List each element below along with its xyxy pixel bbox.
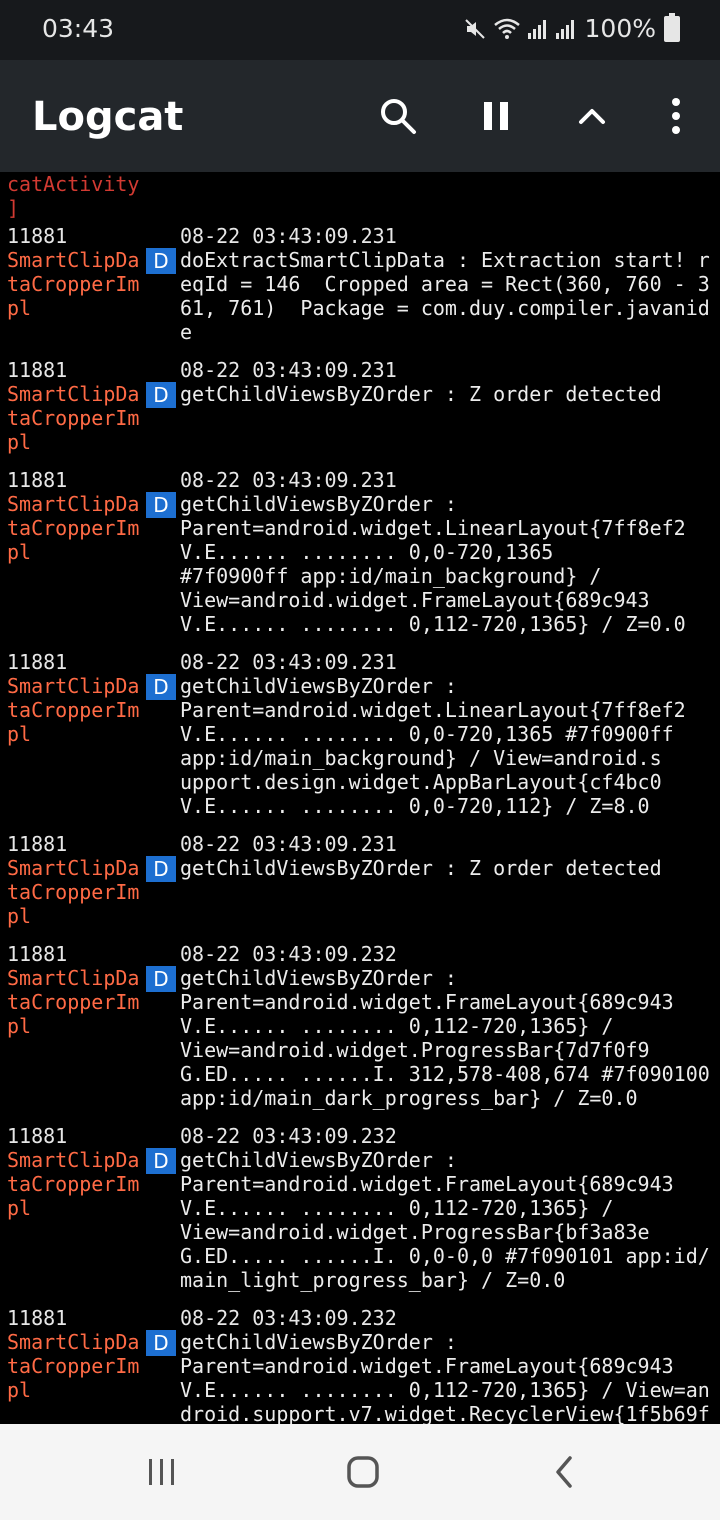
log-time: 08-22 03:43:09.231	[180, 224, 397, 248]
log-message: getChildViewsByZOrder : Z order detected	[180, 382, 662, 406]
log-tag: SmartClipDataCropperImpl	[7, 492, 140, 564]
log-entry[interactable]: 11881 08-22 03:43:09.231 SmartClipDataCr…	[0, 464, 720, 636]
log-body: SmartClipDataCropperImpl D getChildViews…	[0, 856, 720, 928]
back-button[interactable]	[530, 1448, 600, 1496]
log-pid: 11881	[7, 1306, 68, 1330]
page-title: Logcat	[32, 94, 184, 140]
log-message: getChildViewsByZOrder : Parent=android.w…	[180, 492, 686, 636]
status-bar: 03:43 100%	[0, 0, 720, 60]
log-meta: 11881 08-22 03:43:09.231	[0, 646, 720, 674]
log-body: SmartClipDataCropperImpl D getChildViews…	[0, 492, 720, 636]
log-tag: SmartClipDataCropperImpl	[7, 674, 140, 746]
log-level-badge: D	[146, 1148, 176, 1174]
scroll-up-button[interactable]	[566, 90, 618, 142]
back-icon	[556, 1456, 572, 1488]
log-level-badge: D	[146, 1330, 176, 1356]
log-body: SmartClipDataCropperImpl D getChildViews…	[0, 1330, 720, 1424]
log-level-badge: D	[146, 966, 176, 992]
log-body: SmartClipDataCropperImpl D doExtractSmar…	[0, 248, 720, 344]
log-level-badge: D	[146, 674, 176, 700]
log-meta: 11881 08-22 03:43:09.231	[0, 220, 720, 248]
log-message: getChildViewsByZOrder : Z order detected	[180, 856, 662, 880]
log-pid: 11881	[7, 832, 68, 856]
log-tag: SmartClipDataCropperImpl	[7, 1330, 140, 1402]
home-icon	[347, 1456, 379, 1488]
log-body: SmartClipDataCropperImpl D getChildViews…	[0, 674, 720, 818]
chevron-up-icon	[579, 109, 605, 124]
status-right: 100%	[463, 12, 680, 43]
log-pid: 11881	[7, 224, 68, 248]
log-pid: 11881	[7, 358, 68, 382]
log-tag: SmartClipDataCropperImpl	[7, 248, 140, 320]
log-list[interactable]: catActivity ] 11881 08-22 03:43:09.231 S…	[0, 172, 720, 1424]
app-bar: Logcat	[0, 60, 720, 172]
search-button[interactable]	[372, 90, 424, 142]
recent-apps-icon	[149, 1459, 174, 1485]
search-icon	[381, 99, 416, 134]
pause-button[interactable]	[470, 90, 522, 142]
log-entry[interactable]: 11881 08-22 03:43:09.231 SmartClipDataCr…	[0, 646, 720, 818]
more-vert-icon	[672, 98, 680, 134]
log-entry[interactable]: 11881 08-22 03:43:09.232 SmartClipDataCr…	[0, 1120, 720, 1292]
log-level-badge: D	[146, 248, 176, 274]
wifi-icon	[493, 18, 520, 39]
home-button[interactable]	[328, 1448, 398, 1496]
log-meta: 11881 08-22 03:43:09.231	[0, 828, 720, 856]
log-body: SmartClipDataCropperImpl D getChildViews…	[0, 382, 720, 454]
log-time: 08-22 03:43:09.231	[180, 468, 397, 492]
log-tag: SmartClipDataCropperImpl	[7, 382, 140, 454]
log-meta: 11881 08-22 03:43:09.231	[0, 354, 720, 382]
status-time: 03:43	[42, 14, 115, 43]
log-time: 08-22 03:43:09.232	[180, 1124, 397, 1148]
log-message: doExtractSmartClipData : Extraction star…	[180, 248, 710, 344]
log-entry[interactable]: 11881 08-22 03:43:09.231 SmartClipDataCr…	[0, 354, 720, 454]
signal-icon	[555, 19, 574, 39]
log-entry[interactable]: 11881 08-22 03:43:09.231 SmartClipDataCr…	[0, 220, 720, 344]
log-entry[interactable]: 11881 08-22 03:43:09.232 SmartClipDataCr…	[0, 1302, 720, 1424]
log-level-badge: D	[146, 856, 176, 882]
log-pid: 11881	[7, 650, 68, 674]
log-message: getChildViewsByZOrder : Parent=android.w…	[180, 966, 710, 1110]
log-level-badge: D	[146, 492, 176, 518]
mute-icon	[464, 18, 485, 39]
log-entry[interactable]: 11881 08-22 03:43:09.232 SmartClipDataCr…	[0, 938, 720, 1110]
more-options-button[interactable]	[650, 90, 702, 142]
log-body: SmartClipDataCropperImpl D getChildViews…	[0, 1148, 720, 1292]
system-nav-bar	[0, 1424, 720, 1520]
log-time: 08-22 03:43:09.231	[180, 832, 397, 856]
recent-apps-button[interactable]	[127, 1448, 197, 1496]
log-tag: SmartClipDataCropperImpl	[7, 966, 140, 1038]
log-pid: 11881	[7, 468, 68, 492]
log-tag: SmartClipDataCropperImpl	[7, 856, 140, 928]
log-message: getChildViewsByZOrder : Parent=android.w…	[180, 674, 686, 818]
partial-log-tag: catActivity ]	[7, 172, 140, 220]
log-tag: SmartClipDataCropperImpl	[7, 1148, 140, 1220]
log-time: 08-22 03:43:09.232	[180, 942, 397, 966]
log-message: getChildViewsByZOrder : Parent=android.w…	[180, 1148, 710, 1292]
log-message: getChildViewsByZOrder : Parent=android.w…	[180, 1330, 710, 1424]
battery-icon	[664, 12, 680, 42]
log-entry[interactable]: 11881 08-22 03:43:09.231 SmartClipDataCr…	[0, 828, 720, 928]
log-meta: 11881 08-22 03:43:09.231	[0, 464, 720, 492]
log-meta: 11881 08-22 03:43:09.232	[0, 1302, 720, 1330]
log-time: 08-22 03:43:09.232	[180, 1306, 397, 1330]
signal-icon	[527, 19, 546, 39]
log-pid: 11881	[7, 942, 68, 966]
battery-percent: 100%	[584, 14, 656, 43]
log-meta: 11881 08-22 03:43:09.232	[0, 938, 720, 966]
log-time: 08-22 03:43:09.231	[180, 358, 397, 382]
log-level-badge: D	[146, 382, 176, 408]
pause-icon	[484, 102, 508, 130]
log-body: SmartClipDataCropperImpl D getChildViews…	[0, 966, 720, 1110]
log-meta: 11881 08-22 03:43:09.232	[0, 1120, 720, 1148]
log-pid: 11881	[7, 1124, 68, 1148]
status-icons	[463, 17, 577, 41]
log-time: 08-22 03:43:09.231	[180, 650, 397, 674]
